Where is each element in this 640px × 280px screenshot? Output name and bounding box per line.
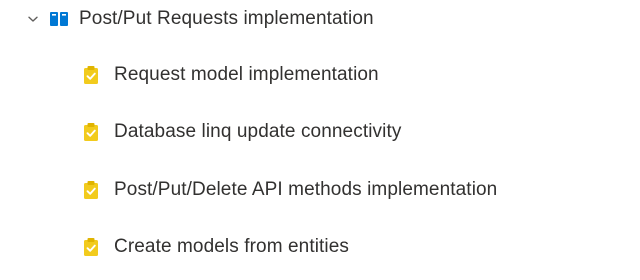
tree-item-label[interactable]: Post/Put/Delete API methods implementati… bbox=[114, 179, 497, 201]
chevron-down-icon[interactable] bbox=[26, 12, 40, 26]
tree-item-label[interactable]: Post/Put Requests implementation bbox=[79, 8, 374, 30]
clipboard-check-icon bbox=[82, 236, 100, 258]
tree-item-label[interactable]: Request model implementation bbox=[114, 64, 379, 86]
work-item-tree: Post/Put Requests implementation Request… bbox=[0, 0, 640, 280]
tree-item-child[interactable]: Database linq update connectivity bbox=[82, 117, 401, 147]
tree-item-parent[interactable]: Post/Put Requests implementation bbox=[26, 4, 374, 34]
tree-item-child[interactable]: Post/Put/Delete API methods implementati… bbox=[82, 175, 497, 205]
tree-item-label[interactable]: Database linq update connectivity bbox=[114, 121, 401, 143]
tree-item-label[interactable]: Create models from entities bbox=[114, 236, 349, 258]
clipboard-check-icon bbox=[82, 64, 100, 86]
clipboard-check-icon bbox=[82, 179, 100, 201]
clipboard-check-icon bbox=[82, 121, 100, 143]
tree-item-child[interactable]: Request model implementation bbox=[82, 60, 379, 90]
tree-item-child[interactable]: Create models from entities bbox=[82, 232, 349, 262]
book-icon bbox=[48, 9, 70, 29]
